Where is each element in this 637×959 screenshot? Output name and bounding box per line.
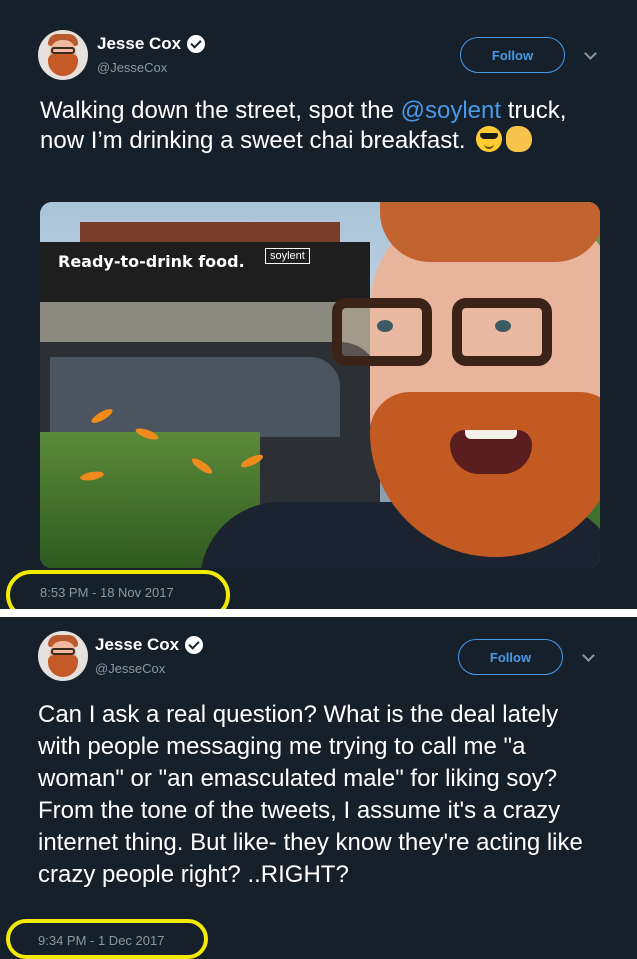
verified-badge-icon [185, 636, 204, 654]
author-name-row[interactable]: Jesse Cox [95, 635, 204, 655]
avatar[interactable] [38, 30, 88, 80]
verified-badge-icon [187, 35, 206, 53]
sunglasses-emoji-icon [476, 126, 503, 152]
tweet-card-1: Jesse Cox @JesseCox Follow Walking down … [0, 0, 637, 620]
mention-link[interactable]: @soylent [401, 97, 501, 124]
tweet-text: Can I ask a real question? What is the d… [38, 701, 583, 888]
tweet-text-part: Walking down the street, spot the [40, 97, 401, 124]
tweet-card-2: Jesse Cox @JesseCox Follow Can I ask a r… [0, 617, 637, 959]
author-name-row[interactable]: Jesse Cox [97, 34, 206, 54]
avatar[interactable] [38, 631, 88, 681]
author-name[interactable]: Jesse Cox [97, 34, 181, 54]
tweet-photo[interactable]: Ready-to-drink food. soylent [40, 202, 600, 568]
truck-brand-logo: soylent [265, 248, 310, 264]
author-handle[interactable]: @JesseCox [97, 60, 167, 75]
follow-button[interactable]: Follow [460, 37, 565, 73]
call-me-hand-emoji-icon [506, 126, 533, 152]
tweet-text: Walking down the street, spot the @soyle… [40, 96, 600, 156]
author-name[interactable]: Jesse Cox [95, 635, 179, 655]
highlight-circle-annotation [6, 919, 208, 959]
truck-sign-text: Ready-to-drink food. [58, 252, 245, 271]
chevron-down-icon[interactable] [582, 649, 595, 662]
author-handle[interactable]: @JesseCox [95, 661, 165, 676]
divider [0, 609, 637, 617]
chevron-down-icon[interactable] [584, 47, 597, 60]
follow-button[interactable]: Follow [458, 639, 563, 675]
